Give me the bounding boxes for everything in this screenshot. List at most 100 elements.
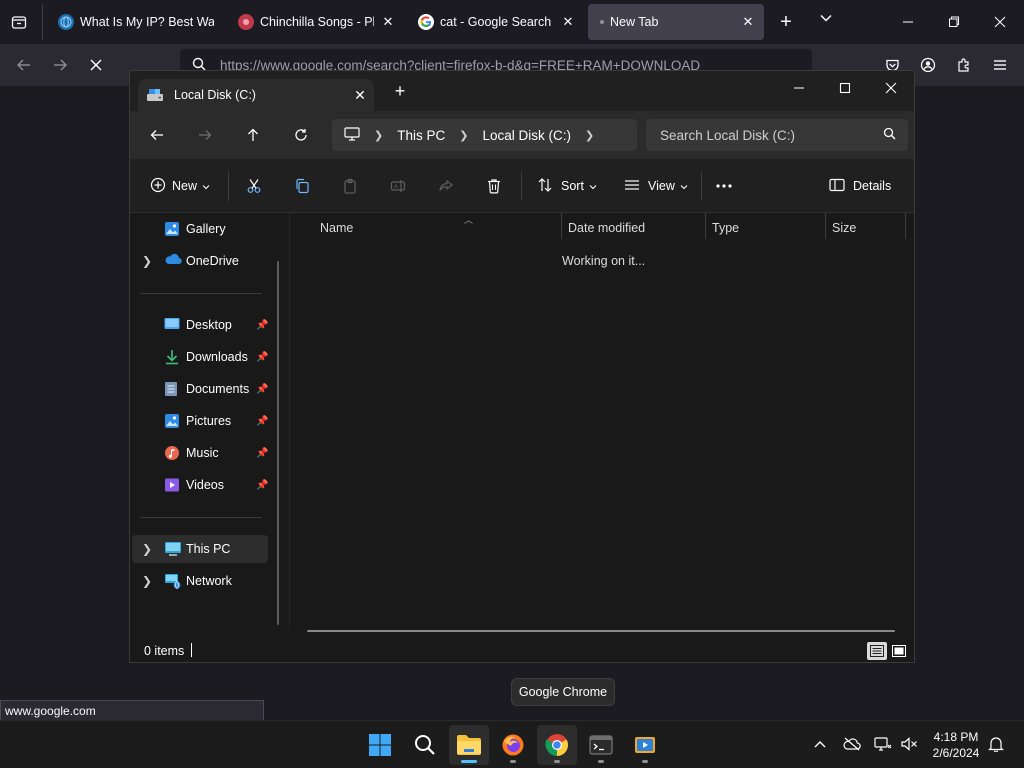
browser-tab-new-tab[interactable]: New Tab ✕ (588, 4, 764, 40)
column-header-date-modified[interactable]: Date modified (568, 217, 704, 239)
nav-label: Network (186, 574, 232, 588)
explorer-tab[interactable]: Local Disk (C:) ✕ (138, 79, 374, 111)
nav-item-network[interactable]: ❯ Network (132, 567, 268, 595)
chevron-right-icon[interactable]: ❯ (142, 542, 152, 556)
nav-item-gallery[interactable]: Gallery (132, 215, 268, 243)
nav-item-pictures[interactable]: Pictures 📌 (132, 407, 268, 435)
rename-icon[interactable]: A (390, 175, 406, 197)
pin-icon[interactable]: 📌 (256, 320, 268, 331)
maximize-icon[interactable] (832, 75, 858, 101)
media-player-taskbar-icon[interactable] (625, 725, 665, 765)
pin-icon[interactable]: 📌 (256, 416, 268, 427)
new-tab-plus-icon[interactable]: + (776, 11, 796, 33)
back-arrow-icon[interactable] (145, 123, 169, 147)
search-box[interactable]: Search Local Disk (C:) (646, 119, 908, 151)
new-button[interactable]: New (150, 175, 210, 197)
extensions-icon[interactable] (952, 53, 976, 77)
onedrive-offline-icon[interactable] (841, 733, 863, 755)
browser-tab-google-cat[interactable]: cat - Google Search ✕ (408, 4, 584, 40)
firefox-view-icon[interactable] (8, 11, 30, 33)
gallery-icon (164, 221, 182, 237)
hamburger-menu-icon[interactable] (988, 53, 1012, 77)
see-more-icon[interactable] (715, 175, 733, 197)
browser-tab-whatismyip[interactable]: What Is My IP? Best Way (48, 4, 224, 40)
share-icon[interactable] (438, 175, 454, 197)
breadcrumb-local-disk[interactable]: Local Disk (C:) (482, 128, 571, 143)
sort-button[interactable]: Sort (537, 175, 597, 197)
account-icon[interactable] (916, 53, 940, 77)
restore-icon[interactable] (940, 8, 968, 36)
column-header-size[interactable]: Size (832, 217, 902, 239)
up-arrow-icon[interactable] (241, 123, 265, 147)
terminal-taskbar-icon[interactable] (581, 725, 621, 765)
details-view-icon[interactable] (867, 642, 887, 660)
breadcrumb-this-pc[interactable]: This PC (397, 128, 445, 143)
view-button[interactable]: View (624, 175, 688, 197)
explorer-tab-title: Local Disk (C:) (174, 88, 256, 102)
nav-item-music[interactable]: Music 📌 (132, 439, 268, 467)
this-pc-icon (164, 541, 182, 557)
browser-tab-bar: What Is My IP? Best Way Chinchilla Songs… (0, 0, 1024, 44)
search-icon[interactable] (405, 725, 445, 765)
taskbar-clock[interactable]: 4:18 PM 2/6/2024 (922, 729, 990, 761)
pin-icon[interactable]: 📌 (256, 480, 268, 491)
show-hidden-icons-chevron-up-icon[interactable] (809, 733, 831, 755)
pictures-icon (164, 413, 182, 429)
monitor-icon[interactable] (344, 126, 360, 144)
file-explorer-taskbar-icon[interactable] (449, 725, 489, 765)
nav-item-this-pc[interactable]: ❯ This PC (132, 535, 268, 563)
nav-item-desktop[interactable]: Desktop 📌 (132, 311, 268, 339)
nav-item-downloads[interactable]: Downloads 📌 (132, 343, 268, 371)
volume-muted-icon[interactable] (898, 733, 920, 755)
nav-item-onedrive[interactable]: ❯ OneDrive (132, 247, 268, 275)
chevron-right-icon[interactable]: ❯ (585, 129, 594, 142)
mouse-cursor-icon (562, 762, 570, 768)
chevron-right-icon[interactable]: ❯ (142, 254, 152, 268)
explorer-body: Gallery ❯ OneDrive Desktop 📌 Downloads 📌… (130, 213, 914, 632)
column-header-type[interactable]: Type (712, 217, 824, 239)
chevron-right-icon[interactable]: ❯ (142, 574, 152, 588)
close-window-icon[interactable] (878, 75, 904, 101)
notifications-bell-icon[interactable] (985, 733, 1007, 755)
copy-icon[interactable] (294, 175, 310, 197)
firefox-taskbar-icon[interactable] (493, 725, 533, 765)
large-icons-view-icon[interactable] (889, 642, 909, 660)
close-tab-icon[interactable]: ✕ (740, 14, 756, 30)
column-header-name[interactable]: ︿ Name (320, 215, 560, 239)
tab-title: cat - Google Search (440, 15, 552, 29)
horizontal-scrollbar[interactable] (307, 630, 895, 632)
paste-icon[interactable] (342, 175, 358, 197)
pin-icon[interactable]: 📌 (256, 352, 268, 363)
stop-loading-icon[interactable] (84, 53, 108, 77)
cut-icon[interactable] (246, 175, 262, 197)
list-all-tabs-icon[interactable] (816, 11, 836, 33)
nav-item-documents[interactable]: Documents 📌 (132, 375, 268, 403)
navigation-scrollbar[interactable] (277, 261, 279, 625)
pin-icon[interactable]: 📌 (256, 384, 268, 395)
chevron-right-icon[interactable]: ❯ (459, 129, 468, 142)
minimize-icon[interactable] (786, 75, 812, 101)
view-lines-icon (624, 178, 640, 195)
windows-start-icon[interactable] (360, 725, 400, 765)
pin-icon[interactable]: 📌 (256, 448, 268, 459)
address-bar[interactable]: ❯ This PC ❯ Local Disk (C:) ❯ (332, 119, 637, 151)
refresh-icon[interactable] (289, 123, 313, 147)
chevron-right-icon[interactable]: ❯ (374, 129, 383, 142)
forward-arrow-icon[interactable] (193, 123, 217, 147)
nav-item-videos[interactable]: Videos 📌 (132, 471, 268, 499)
nav-label: Gallery (186, 222, 226, 236)
close-tab-icon[interactable]: ✕ (560, 14, 576, 30)
close-tab-icon[interactable]: ✕ (352, 87, 368, 103)
close-window-icon[interactable] (986, 8, 1014, 36)
network-icon[interactable] (872, 733, 894, 755)
chrome-taskbar-icon[interactable] (537, 725, 577, 765)
minimize-icon[interactable] (894, 8, 922, 36)
details-pane-button[interactable]: Details (829, 175, 891, 197)
back-arrow-icon[interactable] (12, 53, 36, 77)
browser-tab-chinchilla[interactable]: Chinchilla Songs - Play ✕ (228, 4, 404, 40)
explorer-address-row: ❯ This PC ❯ Local Disk (C:) ❯ Search Loc… (130, 111, 914, 159)
new-tab-plus-icon[interactable]: + (392, 82, 408, 100)
forward-arrow-icon[interactable] (48, 53, 72, 77)
close-tab-icon[interactable]: ✕ (380, 14, 396, 30)
delete-icon[interactable] (486, 175, 502, 197)
